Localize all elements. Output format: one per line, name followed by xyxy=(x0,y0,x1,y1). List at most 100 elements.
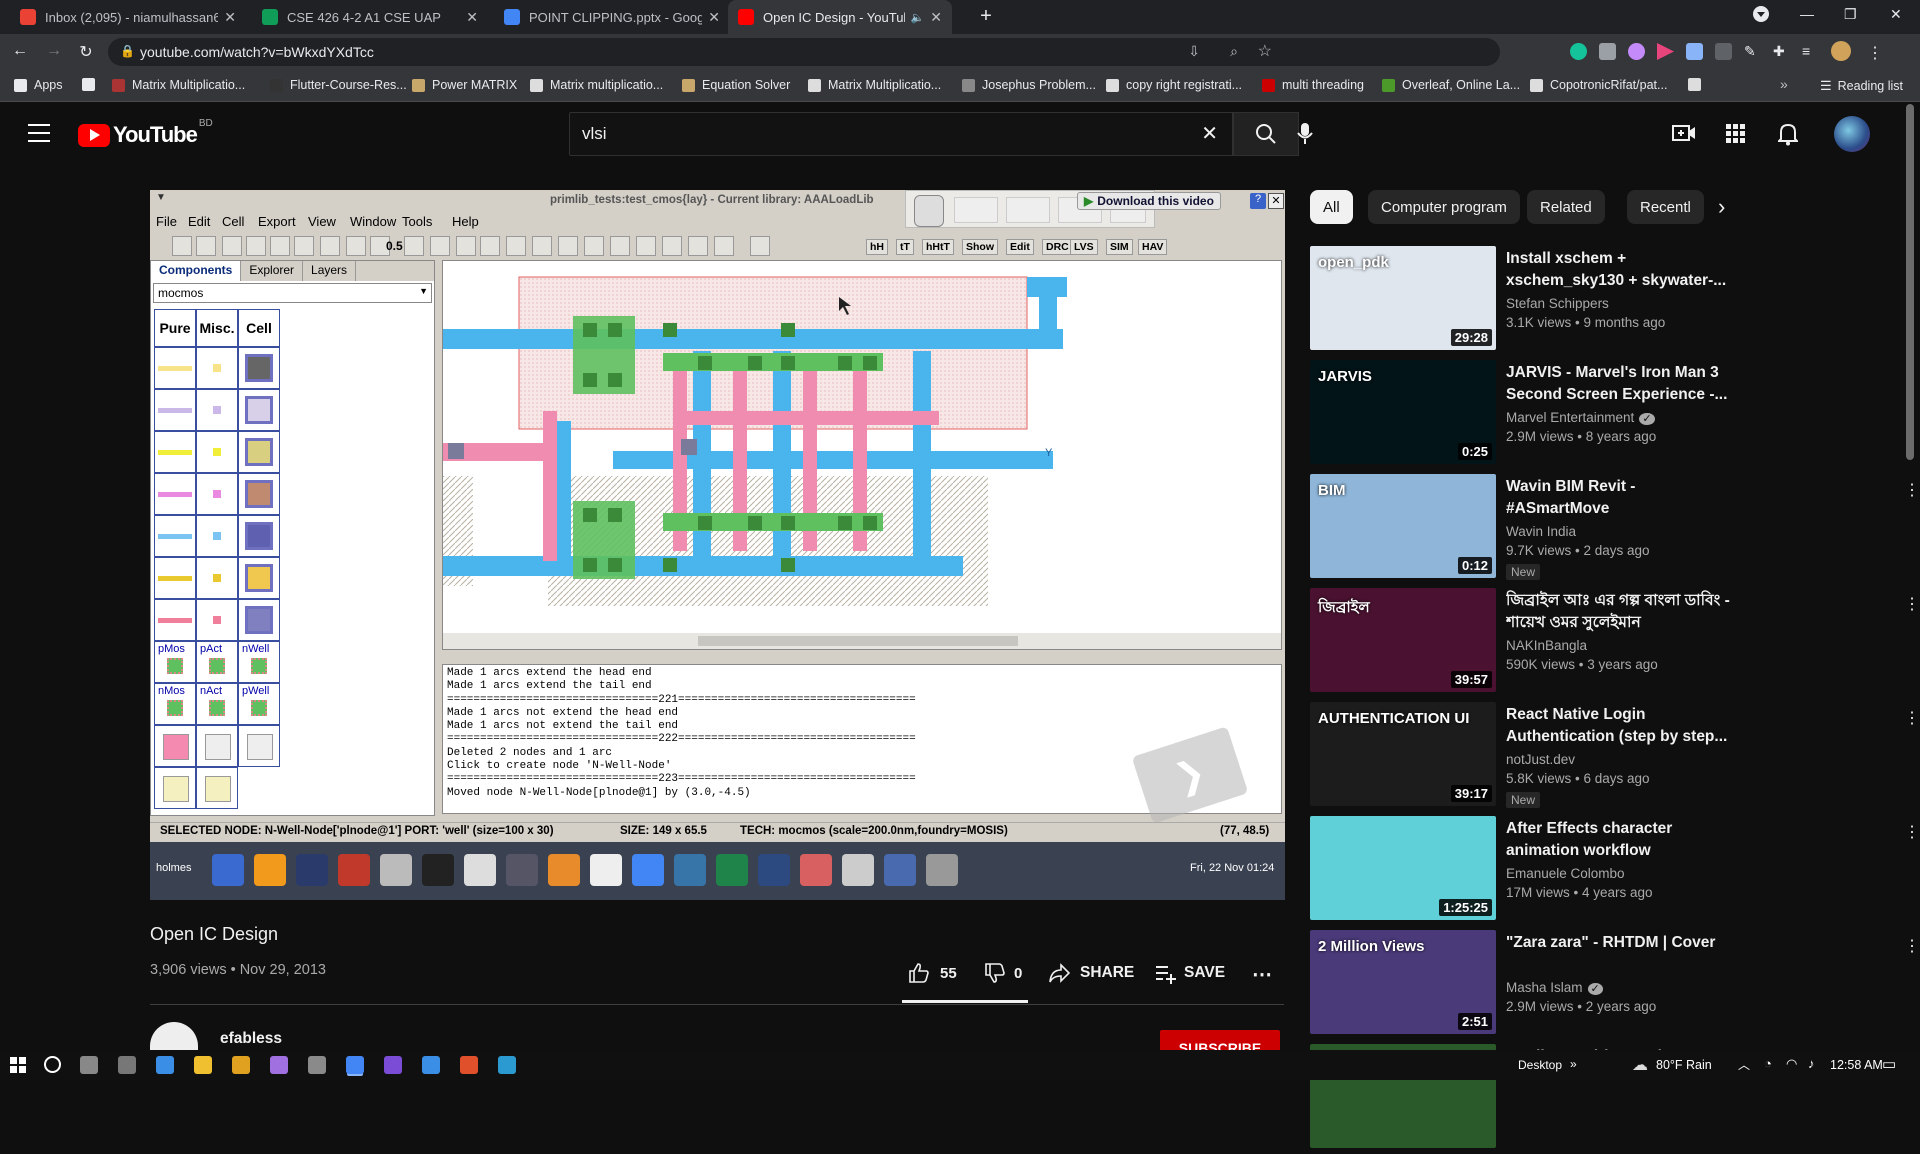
browser-menu-icon[interactable]: ⋮ xyxy=(1867,43,1884,62)
profile-avatar[interactable] xyxy=(1831,41,1851,61)
taskbar-app-icon[interactable] xyxy=(194,1056,212,1074)
new-tab-button[interactable]: + xyxy=(976,5,996,28)
scrollbar-thumb[interactable] xyxy=(698,636,1018,646)
taskbar-app-icon[interactable] xyxy=(384,1056,402,1074)
notifications-bell-icon[interactable] xyxy=(1776,122,1800,151)
zoom-icon[interactable]: ⌕ xyxy=(1230,43,1238,60)
panel-tab[interactable]: Explorer xyxy=(241,261,304,281)
palette-cell[interactable] xyxy=(238,725,280,767)
guest-app-icon[interactable] xyxy=(338,854,370,886)
taskbar-app-icon[interactable] xyxy=(80,1056,98,1074)
close-window-button[interactable]: ✕ xyxy=(1890,6,1902,23)
palette-cell[interactable]: nWell xyxy=(238,641,280,683)
taskbar-app-icon[interactable] xyxy=(270,1056,288,1074)
app-toolbar-button[interactable] xyxy=(196,236,216,256)
camera-extension-icon[interactable] xyxy=(1599,43,1616,60)
account-avatar[interactable] xyxy=(1834,116,1870,152)
close-tab-icon[interactable]: ✕ xyxy=(224,9,236,26)
related-video-title[interactable]: JARVIS - Marvel's Iron Man 3 Second Scre… xyxy=(1506,362,1736,406)
related-video-item[interactable]: BIM 0:12 Wavin BIM Revit - #ASmartMove Wavi… xyxy=(1310,474,1920,584)
minimize-button[interactable]: — xyxy=(1800,6,1814,22)
taskbar-app-icon[interactable] xyxy=(498,1056,516,1074)
app-toolbar-button[interactable] xyxy=(346,236,366,256)
app-toolbar-label-button[interactable]: HAV xyxy=(1138,239,1168,255)
clear-search-icon[interactable]: ✕ xyxy=(1201,121,1218,146)
extension-icon[interactable] xyxy=(1628,43,1645,60)
guest-app-icon[interactable] xyxy=(212,854,244,886)
palette-cell[interactable]: nAct xyxy=(196,683,238,725)
app-toolbar-button[interactable] xyxy=(320,236,340,256)
bookmark-item[interactable]: Apps xyxy=(14,78,63,92)
guest-app-icon[interactable] xyxy=(716,854,748,886)
bookmark-item[interactable] xyxy=(82,78,102,91)
windows-start-icon[interactable] xyxy=(10,1057,26,1078)
help-icon[interactable]: ? xyxy=(1250,193,1266,209)
palette-cell[interactable] xyxy=(154,389,196,431)
more-bookmarks-icon[interactable]: » xyxy=(1780,76,1788,92)
back-icon[interactable]: ← xyxy=(10,42,30,60)
palette-cell[interactable] xyxy=(238,347,280,389)
palette-cell[interactable] xyxy=(154,473,196,515)
app-toolbar-button[interactable] xyxy=(294,236,314,256)
clock-time[interactable]: 12:58 AM xyxy=(1830,1058,1883,1072)
bookmark-item[interactable]: Matrix Multiplicatio... xyxy=(112,78,245,92)
bookmark-item[interactable]: Matrix Multiplicatio... xyxy=(808,78,941,92)
page-scrollbar[interactable] xyxy=(1906,104,1914,460)
related-video-channel[interactable]: Wavin India xyxy=(1506,524,1576,539)
palette-header[interactable]: Cell xyxy=(238,309,280,347)
palette-cell[interactable] xyxy=(154,725,196,767)
bookmark-item[interactable]: Equation Solver xyxy=(682,78,790,92)
tray-chevron-up-icon[interactable]: ︿ xyxy=(1738,1056,1750,1073)
share-button[interactable]: SHARE xyxy=(1048,962,1134,984)
media-control-icon[interactable]: ≡ xyxy=(1802,43,1819,60)
video-thumbnail[interactable]: BIM 0:12 xyxy=(1310,474,1496,578)
filter-chip[interactable]: All xyxy=(1310,190,1353,224)
desktop-toolbar-label[interactable]: Desktop xyxy=(1518,1058,1562,1072)
app-menu-item[interactable]: Cell xyxy=(222,214,244,229)
video-thumbnail[interactable]: 2 Million Views 2:51 xyxy=(1310,930,1496,1034)
video-menu-icon[interactable]: ⋮ xyxy=(1904,594,1920,614)
guest-app-icon[interactable] xyxy=(632,854,664,886)
guest-app-icon[interactable] xyxy=(842,854,874,886)
palette-cell[interactable] xyxy=(196,767,238,809)
grammarly-extension-icon[interactable] xyxy=(1570,43,1587,60)
app-toolbar-button[interactable] xyxy=(662,236,682,256)
bookmark-item[interactable]: Power MATRIX xyxy=(412,78,517,92)
video-menu-icon[interactable]: ⋮ xyxy=(1904,708,1920,728)
palette-cell[interactable] xyxy=(154,431,196,473)
notifications-icon[interactable]: ▭ xyxy=(1882,1055,1896,1073)
guest-app-icon[interactable] xyxy=(590,854,622,886)
hamburger-menu-icon[interactable] xyxy=(28,124,50,142)
profile-menu-icon[interactable] xyxy=(1752,5,1770,26)
app-toolbar-button[interactable] xyxy=(610,236,630,256)
guest-app-icon[interactable] xyxy=(296,854,328,886)
app-toolbar-button[interactable] xyxy=(404,236,424,256)
palette-cell[interactable] xyxy=(196,347,238,389)
channel-avatar[interactable] xyxy=(150,1022,198,1050)
wifi-icon[interactable]: ◠ xyxy=(1786,1056,1797,1072)
puzzle-extensions-icon[interactable]: ✚ xyxy=(1773,43,1790,60)
download-extension-icon[interactable] xyxy=(1686,43,1703,60)
reload-icon[interactable]: ↻ xyxy=(76,42,96,62)
technology-select[interactable]: mocmos ▼ xyxy=(153,283,432,303)
palette-cell[interactable] xyxy=(154,767,196,809)
related-video-item[interactable]: জিব্রাইল 39:57 জিব্রাইল আঃ এর গল্প বাংলা ড… xyxy=(1310,588,1920,698)
chevron-right-icon[interactable]: › xyxy=(1718,194,1725,220)
guest-app-icon[interactable] xyxy=(506,854,538,886)
video-menu-icon[interactable]: ⋮ xyxy=(1904,822,1920,842)
volume-icon[interactable]: ♪ xyxy=(1808,1056,1815,1071)
panel-tab[interactable]: Components xyxy=(151,261,242,281)
related-video-channel[interactable]: Marvel Entertainment ✓ xyxy=(1506,410,1655,425)
related-video-channel[interactable]: Stefan Schippers xyxy=(1506,296,1609,311)
palette-cell[interactable] xyxy=(238,599,280,641)
app-toolbar-button[interactable] xyxy=(506,236,526,256)
palette-cell[interactable] xyxy=(154,515,196,557)
palette-cell[interactable] xyxy=(154,557,196,599)
layout-canvas[interactable]: Y xyxy=(442,260,1282,650)
guest-app-icon[interactable] xyxy=(380,854,412,886)
taskbar-app-icon[interactable] xyxy=(308,1056,326,1074)
video-menu-icon[interactable]: ⋮ xyxy=(1904,480,1920,500)
palette-cell[interactable] xyxy=(196,557,238,599)
bookmark-item[interactable]: Matrix multiplicatio... xyxy=(530,78,663,92)
like-button[interactable]: 55 xyxy=(908,962,957,984)
